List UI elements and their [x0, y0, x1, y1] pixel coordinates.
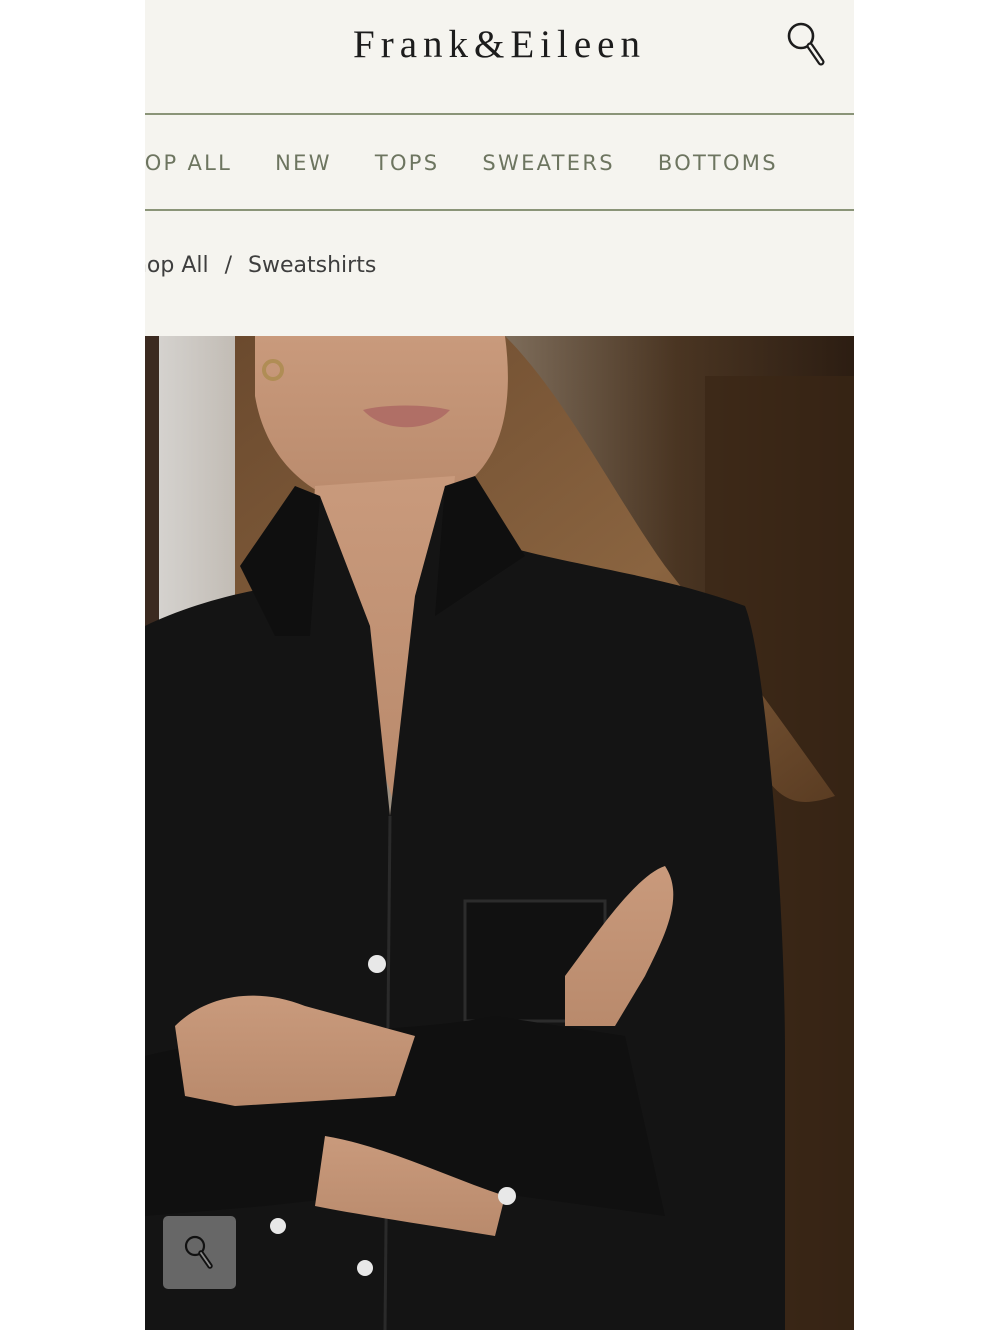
site-header: Frank&Eileen — [145, 0, 854, 113]
shirt-button — [357, 1260, 373, 1276]
nav-bottom-divider — [145, 209, 854, 211]
product-image[interactable] — [145, 336, 854, 1330]
zoom-button[interactable] — [163, 1216, 236, 1289]
photo-doorframe — [145, 336, 159, 656]
nav-item-bottoms[interactable]: BOTTOMS — [658, 151, 778, 175]
brand-logo[interactable]: Frank&Eileen — [145, 22, 854, 67]
product-page: Frank&Eileen SHOP ALL NEW TOPS SWEATERS … — [145, 0, 854, 1330]
shirt-button — [368, 955, 386, 973]
nav-item-shop-all[interactable]: SHOP ALL — [145, 151, 232, 175]
product-photo — [145, 336, 854, 1330]
breadcrumb-separator: / — [224, 253, 233, 278]
breadcrumb-current: Sweatshirts — [248, 253, 377, 278]
nav-item-new[interactable]: NEW — [275, 151, 332, 175]
shirt-button — [270, 1218, 286, 1234]
category-nav: SHOP ALL NEW TOPS SWEATERS BOTTOMS — [145, 115, 854, 210]
zoom-icon — [184, 1235, 213, 1269]
category-nav-track[interactable]: SHOP ALL NEW TOPS SWEATERS BOTTOMS — [145, 115, 821, 210]
breadcrumb-shop-all[interactable]: Shop All — [145, 253, 209, 278]
search-icon — [787, 22, 825, 66]
breadcrumb: Shop All / Sweatshirts — [145, 212, 854, 336]
search-button[interactable] — [785, 20, 831, 70]
breadcrumb-track: Shop All / Sweatshirts — [145, 253, 376, 278]
shirt-button — [498, 1187, 516, 1205]
nav-item-sweaters[interactable]: SWEATERS — [482, 151, 615, 175]
nav-item-tops[interactable]: TOPS — [375, 151, 440, 175]
